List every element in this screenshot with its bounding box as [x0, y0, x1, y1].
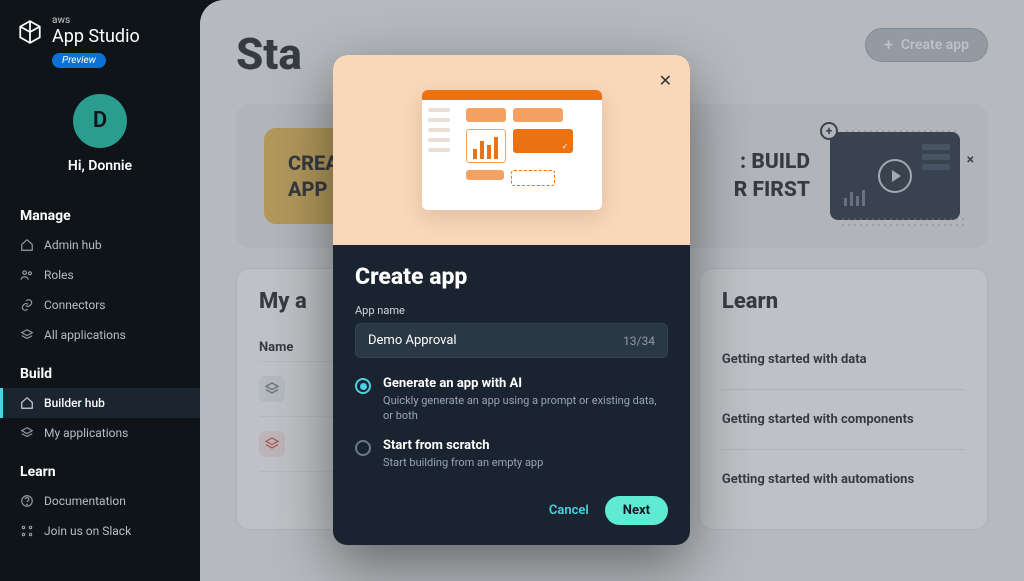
nav-label: Connectors: [44, 298, 105, 312]
app-studio-logo-icon: [16, 18, 44, 46]
nav-label: My applications: [44, 426, 128, 440]
link-icon: [20, 298, 34, 312]
nav-heading-learn: Learn: [0, 458, 200, 486]
modal-hero: ✕: [333, 55, 690, 245]
slack-icon: [20, 524, 34, 538]
nav-documentation[interactable]: Documentation: [0, 486, 200, 516]
nav-heading-build: Build: [0, 360, 200, 388]
app-name-label: App name: [355, 304, 668, 317]
nav-label: Builder hub: [44, 396, 105, 410]
greeting: Hi, Donnie: [68, 158, 132, 174]
nav-label: Documentation: [44, 494, 126, 508]
layers-icon: [20, 328, 34, 342]
next-button[interactable]: Next: [605, 496, 668, 525]
app-name-value: Demo Approval: [368, 333, 457, 348]
users-icon: [20, 268, 34, 282]
nav-connectors[interactable]: Connectors: [0, 290, 200, 320]
option-from-scratch[interactable]: Start from scratch Start building from a…: [355, 438, 668, 470]
nav-builder-hub[interactable]: Builder hub: [0, 388, 200, 418]
nav-slack[interactable]: Join us on Slack: [0, 516, 200, 546]
nav-label: Admin hub: [44, 238, 102, 252]
radio-selected-icon: [355, 378, 371, 394]
preview-badge: Preview: [52, 53, 106, 68]
nav-label: Join us on Slack: [44, 524, 131, 538]
radio-icon: [355, 440, 371, 456]
nav-my-applications[interactable]: My applications: [0, 418, 200, 448]
question-icon: [20, 494, 34, 508]
option-desc: Quickly generate an app using a prompt o…: [383, 393, 668, 424]
modal-title: Create app: [355, 263, 668, 290]
logo-area: aws App Studio Preview: [0, 16, 200, 80]
option-title: Generate an app with AI: [383, 376, 668, 391]
aws-label: aws: [52, 16, 140, 26]
option-title: Start from scratch: [383, 438, 543, 453]
nav-admin-hub[interactable]: Admin hub: [0, 230, 200, 260]
nav-roles[interactable]: Roles: [0, 260, 200, 290]
option-generate-ai[interactable]: Generate an app with AI Quickly generate…: [355, 376, 668, 424]
nav-heading-manage: Manage: [0, 202, 200, 230]
sidebar: aws App Studio Preview D Hi, Donnie Mana…: [0, 0, 200, 581]
home-icon: [20, 396, 34, 410]
home-icon: [20, 238, 34, 252]
option-desc: Start building from an empty app: [383, 455, 543, 470]
nav-label: Roles: [44, 268, 74, 282]
product-name: App Studio: [52, 26, 140, 48]
cancel-button[interactable]: Cancel: [549, 503, 589, 518]
nav-all-applications[interactable]: All applications: [0, 320, 200, 350]
create-app-modal: ✕: [333, 55, 690, 545]
avatar[interactable]: D: [73, 94, 127, 148]
app-name-input[interactable]: Demo Approval 13/34: [355, 323, 668, 358]
char-count: 13/34: [623, 334, 655, 348]
nav-label: All applications: [44, 328, 126, 342]
layers-icon: [20, 426, 34, 440]
hero-illustration: [422, 90, 602, 210]
close-icon[interactable]: ✕: [659, 71, 672, 90]
